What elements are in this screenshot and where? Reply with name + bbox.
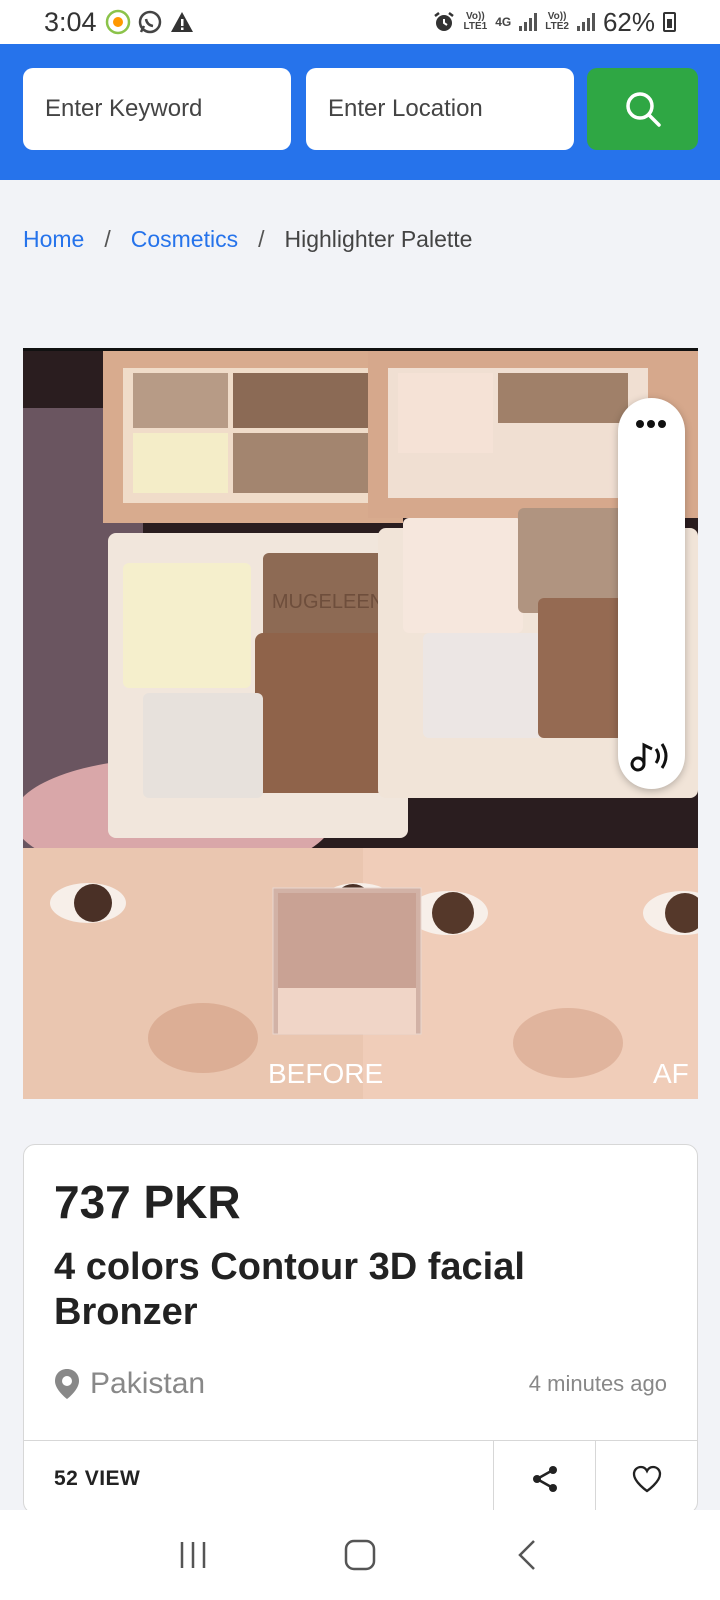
app-notification-icon (105, 9, 130, 35)
share-button[interactable] (493, 1441, 595, 1516)
product-image[interactable]: MUGELEEN BEFORE AF (23, 348, 698, 1099)
product-price: 737 PKR (54, 1176, 241, 1228)
breadcrumb: Home / Cosmetics / Highlighter Palette (23, 226, 472, 253)
product-info-card: 737 PKR 4 colors Contour 3D facial Bronz… (23, 1144, 698, 1516)
card-footer: 52 VIEW (24, 1440, 697, 1516)
music-sound-icon[interactable] (618, 731, 685, 781)
alarm-icon (433, 12, 454, 31)
battery-icon (663, 12, 676, 32)
breadcrumb-separator: / (104, 226, 111, 252)
home-icon[interactable] (343, 1538, 377, 1572)
product-title: 4 colors Contour 3D facial Bronzer (54, 1246, 525, 1333)
search-button[interactable] (587, 68, 698, 150)
lte1-label: LTE1 (463, 21, 488, 32)
search-icon (625, 92, 661, 127)
posted-time: 4 minutes ago (528, 1371, 667, 1396)
status-bar: 3:04 Vo)) LTE1 4G Vo)) LTE2 62% (0, 0, 720, 44)
after-label: AF (653, 1058, 689, 1089)
share-icon (532, 1465, 557, 1492)
back-icon[interactable] (510, 1538, 544, 1572)
location-text: Pakistan (90, 1367, 206, 1400)
warning-icon (170, 12, 193, 32)
heart-icon (632, 1465, 661, 1492)
signal-icon-2 (576, 13, 595, 31)
search-header (0, 44, 720, 180)
breadcrumb-current: Highlighter Palette (284, 226, 473, 252)
breadcrumb-home[interactable]: Home (23, 226, 84, 253)
views-count: 52 VIEW (54, 1466, 141, 1490)
product-location: Pakistan (54, 1367, 205, 1401)
palette-photo: MUGELEEN BEFORE AF (23, 348, 698, 1099)
location-pin-icon (55, 1369, 79, 1399)
battery-percent: 62% (602, 6, 655, 37)
keyword-input[interactable] (23, 68, 291, 150)
signal-icon (519, 13, 538, 31)
breadcrumb-separator: / (258, 226, 265, 252)
floating-media-panel[interactable] (618, 398, 685, 789)
system-nav-bar (0, 1510, 720, 1600)
breadcrumb-cosmetics[interactable]: Cosmetics (131, 226, 238, 253)
before-label: BEFORE (268, 1058, 383, 1089)
more-options-icon[interactable] (618, 398, 685, 448)
palette-brand-text: MUGELEEN (272, 591, 384, 613)
network-type: 4G (495, 15, 512, 29)
status-time: 3:04 (44, 6, 97, 37)
recent-apps-icon[interactable] (176, 1538, 210, 1572)
location-input[interactable] (306, 68, 574, 150)
image-top-border (23, 348, 698, 351)
favorite-button[interactable] (595, 1441, 697, 1516)
whatsapp-icon (138, 10, 161, 34)
lte2-label: LTE2 (545, 21, 569, 32)
